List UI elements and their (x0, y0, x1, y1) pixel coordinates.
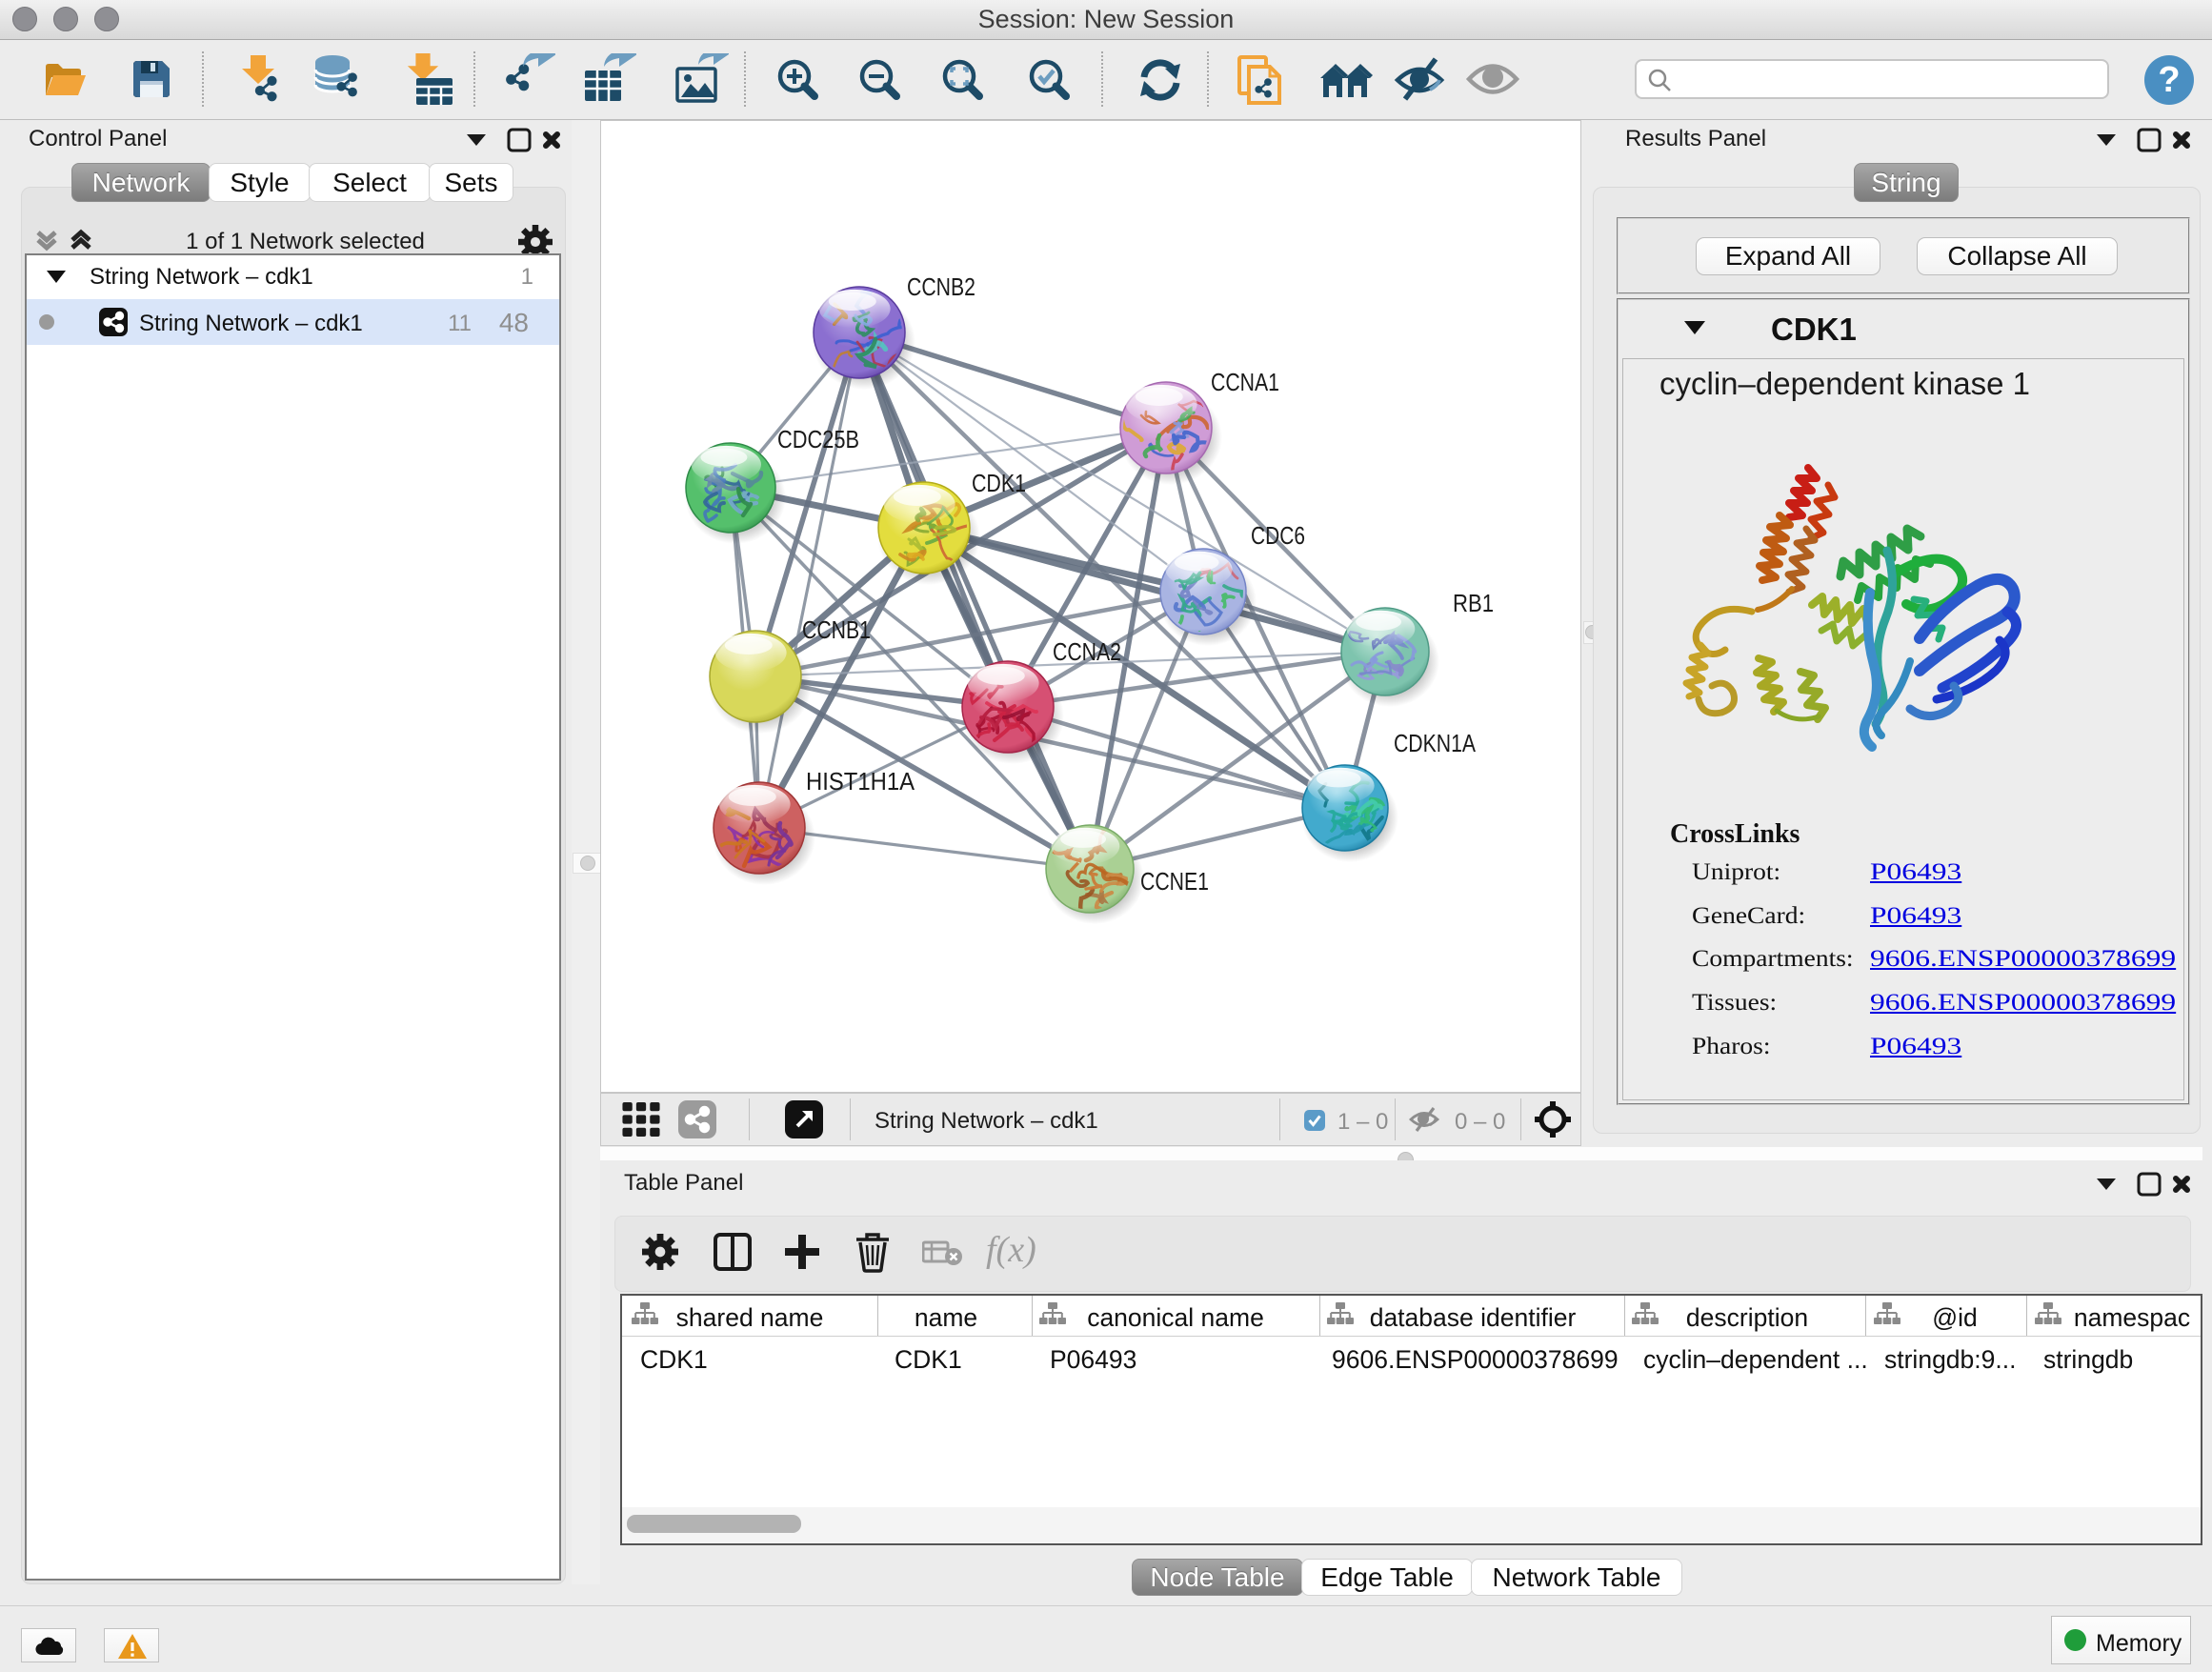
svg-text:CCNB2: CCNB2 (907, 274, 975, 301)
svg-text:CCNE1: CCNE1 (1140, 869, 1209, 896)
svg-text:CCNA1: CCNA1 (1211, 370, 1279, 396)
svg-text:CDKN1A: CDKN1A (1394, 731, 1476, 757)
svg-text:HIST1H1A: HIST1H1A (806, 769, 915, 796)
svg-text:CCNA2: CCNA2 (1053, 639, 1121, 666)
svg-text:RB1: RB1 (1453, 591, 1494, 617)
svg-text:CDC6: CDC6 (1251, 523, 1305, 550)
svg-text:CDC25B: CDC25B (777, 427, 859, 453)
svg-text:CDK1: CDK1 (972, 471, 1026, 497)
svg-text:CCNB1: CCNB1 (802, 617, 871, 644)
